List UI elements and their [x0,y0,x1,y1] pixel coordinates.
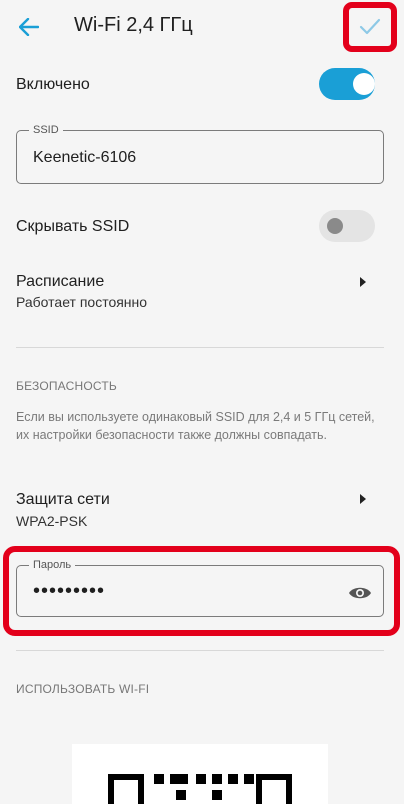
qr-module [212,774,222,784]
use-wifi-section-title: ИСПОЛЬЗОВАТЬ WI-FI [16,682,150,696]
password-value: ••••••••• [33,580,106,602]
password-field[interactable]: Пароль ••••••••• [16,558,384,617]
schedule-label[interactable]: Расписание [16,273,104,291]
password-legend: Пароль [29,558,76,572]
divider [16,347,384,348]
hide-ssid-label: Скрывать SSID [16,218,130,235]
enabled-toggle[interactable] [319,68,375,100]
ssid-legend: SSID [29,123,63,137]
hide-ssid-toggle[interactable] [319,210,375,242]
check-icon [359,18,381,35]
ssid-value: Keenetic-6106 [33,149,137,166]
qr-module [244,774,254,784]
eye-icon [349,587,371,599]
page-title: Wi-Fi 2,4 ГГц [74,14,193,36]
wifi-qr-code [72,744,328,804]
toggle-knob [327,218,343,234]
qr-module [196,774,206,784]
show-password-button[interactable] [347,582,373,604]
qr-module [154,774,164,784]
chevron-right-icon[interactable] [360,494,366,504]
qr-module [228,774,238,784]
back-button[interactable] [14,12,44,42]
qr-module [170,774,188,784]
network-protection-value: WPA2-PSK [16,513,88,529]
ssid-field[interactable]: SSID Keenetic-6106 [16,123,384,184]
security-help-text: Если вы используете одинаковый SSID для … [16,410,375,442]
toggle-knob [353,73,375,95]
qr-finder-inner [262,780,286,804]
divider [16,650,384,651]
chevron-right-icon[interactable] [360,277,366,287]
security-section-title: БЕЗОПАСНОСТЬ [16,379,117,393]
network-protection-label[interactable]: Защита сети [16,491,110,509]
save-button[interactable] [343,2,397,52]
qr-finder-inner [114,780,138,804]
qr-module [212,790,222,800]
schedule-value: Работает постоянно [16,294,148,310]
app-bar: Wi-Fi 2,4 ГГц [0,0,404,56]
qr-module [176,790,186,800]
enabled-label: Включено [16,76,90,93]
arrow-back-icon [19,18,39,36]
